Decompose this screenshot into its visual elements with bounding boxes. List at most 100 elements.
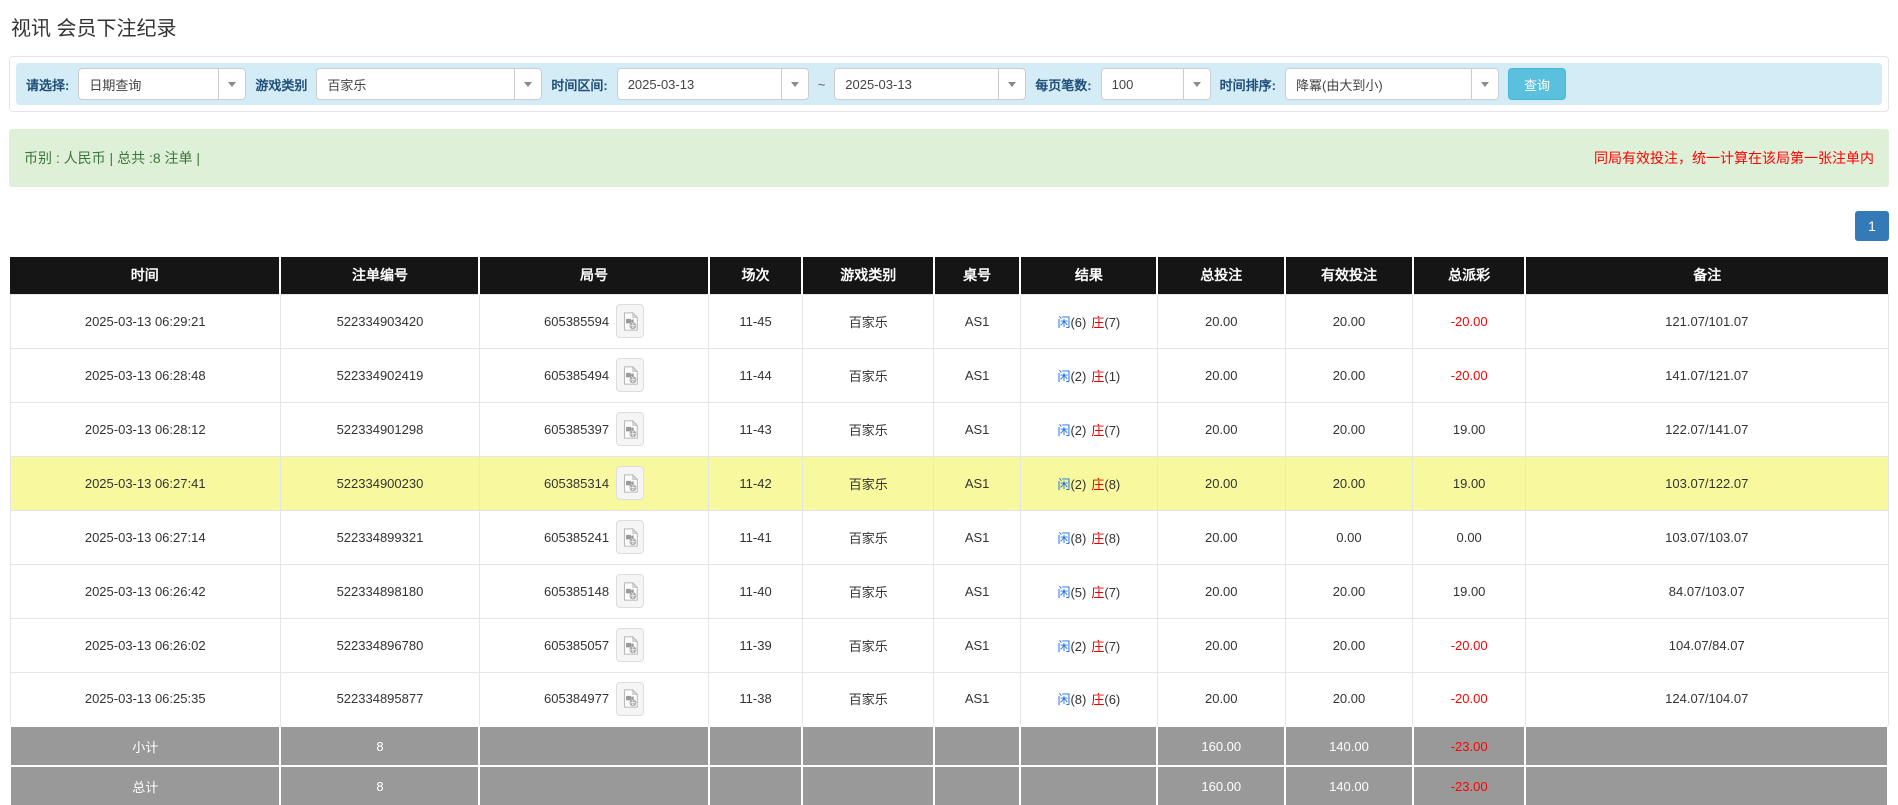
cell-result: 闲(8)庄(8) (1020, 510, 1157, 564)
result-banker-count: (7) (1104, 585, 1120, 600)
cell-bet-no: 522334902419 (280, 348, 479, 402)
cell-table-no: AS1 (934, 510, 1020, 564)
chevron-down-icon (998, 69, 1025, 99)
cell-total-bet[interactable]: 20.00 (1157, 456, 1285, 510)
col-header-round-no: 局号 (479, 257, 708, 294)
result-banker: 庄 (1091, 585, 1104, 600)
cell-time: 2025-03-13 06:28:48 (10, 348, 280, 402)
cell-remark: 103.07/103.07 (1525, 510, 1888, 564)
video-file-icon[interactable] (616, 682, 644, 716)
cell-remark: 103.07/122.07 (1525, 456, 1888, 510)
cell-remark: 141.07/121.07 (1525, 348, 1888, 402)
time-sort-label: 时间排序: (1220, 75, 1276, 94)
cell-total-bet[interactable]: 20.00 (1157, 510, 1285, 564)
query-button[interactable]: 查询 (1508, 68, 1566, 100)
betting-records-table: 时间 注单编号 局号 场次 游戏类别 桌号 结果 总投注 有效投注 总派彩 备注… (9, 257, 1889, 805)
cell-round-no: 605385594 (479, 294, 708, 348)
cell-time: 2025-03-13 06:28:12 (10, 402, 280, 456)
grand-total-label: 总计 (10, 766, 280, 805)
result-player: 闲 (1057, 315, 1070, 330)
cell-session: 11-42 (709, 456, 803, 510)
result-banker: 庄 (1091, 423, 1104, 438)
result-banker: 庄 (1091, 369, 1104, 384)
cell-valid-bet: 20.00 (1285, 564, 1413, 618)
cell-round-no: 605385057 (479, 618, 708, 672)
result-player: 闲 (1057, 423, 1070, 438)
time-sort-select[interactable]: 降冪(由大到小) (1285, 68, 1499, 100)
subtotal-row: 小计 8 160.00 140.00 -23.00 (10, 726, 1888, 766)
video-file-icon[interactable] (616, 520, 644, 554)
round-number: 605385241 (544, 530, 609, 545)
cell-session: 11-45 (709, 294, 803, 348)
col-header-valid-bet: 有效投注 (1285, 257, 1413, 294)
date-to-select[interactable]: 2025-03-13 (834, 68, 1026, 100)
chevron-down-icon (1471, 69, 1498, 99)
grand-total-count: 8 (280, 766, 479, 805)
cell-time: 2025-03-13 06:27:41 (10, 456, 280, 510)
cell-valid-bet: 20.00 (1285, 456, 1413, 510)
subtotal-payout: -23.00 (1413, 726, 1526, 766)
cell-bet-no: 522334901298 (280, 402, 479, 456)
cell-total-bet[interactable]: 20.00 (1157, 564, 1285, 618)
round-number: 605385397 (544, 422, 609, 437)
round-number: 605385148 (544, 584, 609, 599)
result-player: 闲 (1057, 585, 1070, 600)
video-file-icon[interactable] (616, 304, 644, 338)
cell-bet-no: 522334903420 (280, 294, 479, 348)
cell-valid-bet: 20.00 (1285, 402, 1413, 456)
table-row: 2025-03-13 06:26:42 522334898180 6053851… (10, 564, 1888, 618)
video-file-icon[interactable] (616, 412, 644, 446)
result-player-count: (2) (1070, 477, 1086, 492)
video-file-icon[interactable] (616, 628, 644, 662)
cell-total-bet[interactable]: 20.00 (1157, 294, 1285, 348)
cell-round-no: 605385494 (479, 348, 708, 402)
cell-bet-no: 522334900230 (280, 456, 479, 510)
cell-total-bet[interactable]: 20.00 (1157, 348, 1285, 402)
cell-table-no: AS1 (934, 348, 1020, 402)
result-banker-count: (8) (1104, 531, 1120, 546)
cell-remark: 104.07/84.07 (1525, 618, 1888, 672)
page-title: 视讯 会员下注纪录 (11, 12, 1889, 41)
game-category-select[interactable]: 百家乐 (316, 68, 542, 100)
pagination-page-1[interactable]: 1 (1855, 211, 1889, 241)
summary-red-note: 同局有效投注，统一计算在该局第一张注单内 (1594, 148, 1874, 168)
video-file-icon[interactable] (616, 574, 644, 608)
cell-session: 11-41 (709, 510, 803, 564)
result-banker: 庄 (1091, 639, 1104, 654)
cell-session: 11-44 (709, 348, 803, 402)
col-header-bet-no: 注单编号 (280, 257, 479, 294)
subtotal-valid-bet: 140.00 (1285, 726, 1413, 766)
cell-result: 闲(2)庄(8) (1020, 456, 1157, 510)
result-player-count: (2) (1070, 423, 1086, 438)
round-number: 605384977 (544, 691, 609, 706)
cell-remark: 122.07/141.07 (1525, 402, 1888, 456)
result-banker-count: (6) (1104, 692, 1120, 707)
cell-result: 闲(5)庄(7) (1020, 564, 1157, 618)
chevron-down-icon (1183, 69, 1210, 99)
chevron-down-icon (781, 69, 808, 99)
cell-total-bet[interactable]: 20.00 (1157, 402, 1285, 456)
video-file-icon[interactable] (616, 466, 644, 500)
grand-total-payout: -23.00 (1413, 766, 1526, 805)
cell-time: 2025-03-13 06:26:02 (10, 618, 280, 672)
cell-table-no: AS1 (934, 294, 1020, 348)
page-size-select[interactable]: 100 (1101, 68, 1211, 100)
cell-total-bet[interactable]: 20.00 (1157, 618, 1285, 672)
cell-session: 11-39 (709, 618, 803, 672)
date-from-select[interactable]: 2025-03-13 (617, 68, 809, 100)
cell-round-no: 605384977 (479, 672, 708, 726)
video-file-icon[interactable] (616, 358, 644, 392)
cell-valid-bet: 20.00 (1285, 348, 1413, 402)
round-number: 605385314 (544, 476, 609, 491)
cell-payout: 19.00 (1413, 456, 1526, 510)
query-type-select[interactable]: 日期查询 (78, 68, 246, 100)
result-banker-count: (7) (1104, 315, 1120, 330)
cell-time: 2025-03-13 06:25:35 (10, 672, 280, 726)
cell-valid-bet: 20.00 (1285, 618, 1413, 672)
betting-records-page: 视讯 会员下注纪录 请选择: 日期查询 游戏类别 百家乐 时间区间: 2025-… (0, 0, 1898, 805)
chevron-down-icon (514, 69, 541, 99)
col-header-session: 场次 (709, 257, 803, 294)
result-banker-count: (8) (1104, 477, 1120, 492)
cell-total-bet[interactable]: 20.00 (1157, 672, 1285, 726)
cell-table-no: AS1 (934, 564, 1020, 618)
